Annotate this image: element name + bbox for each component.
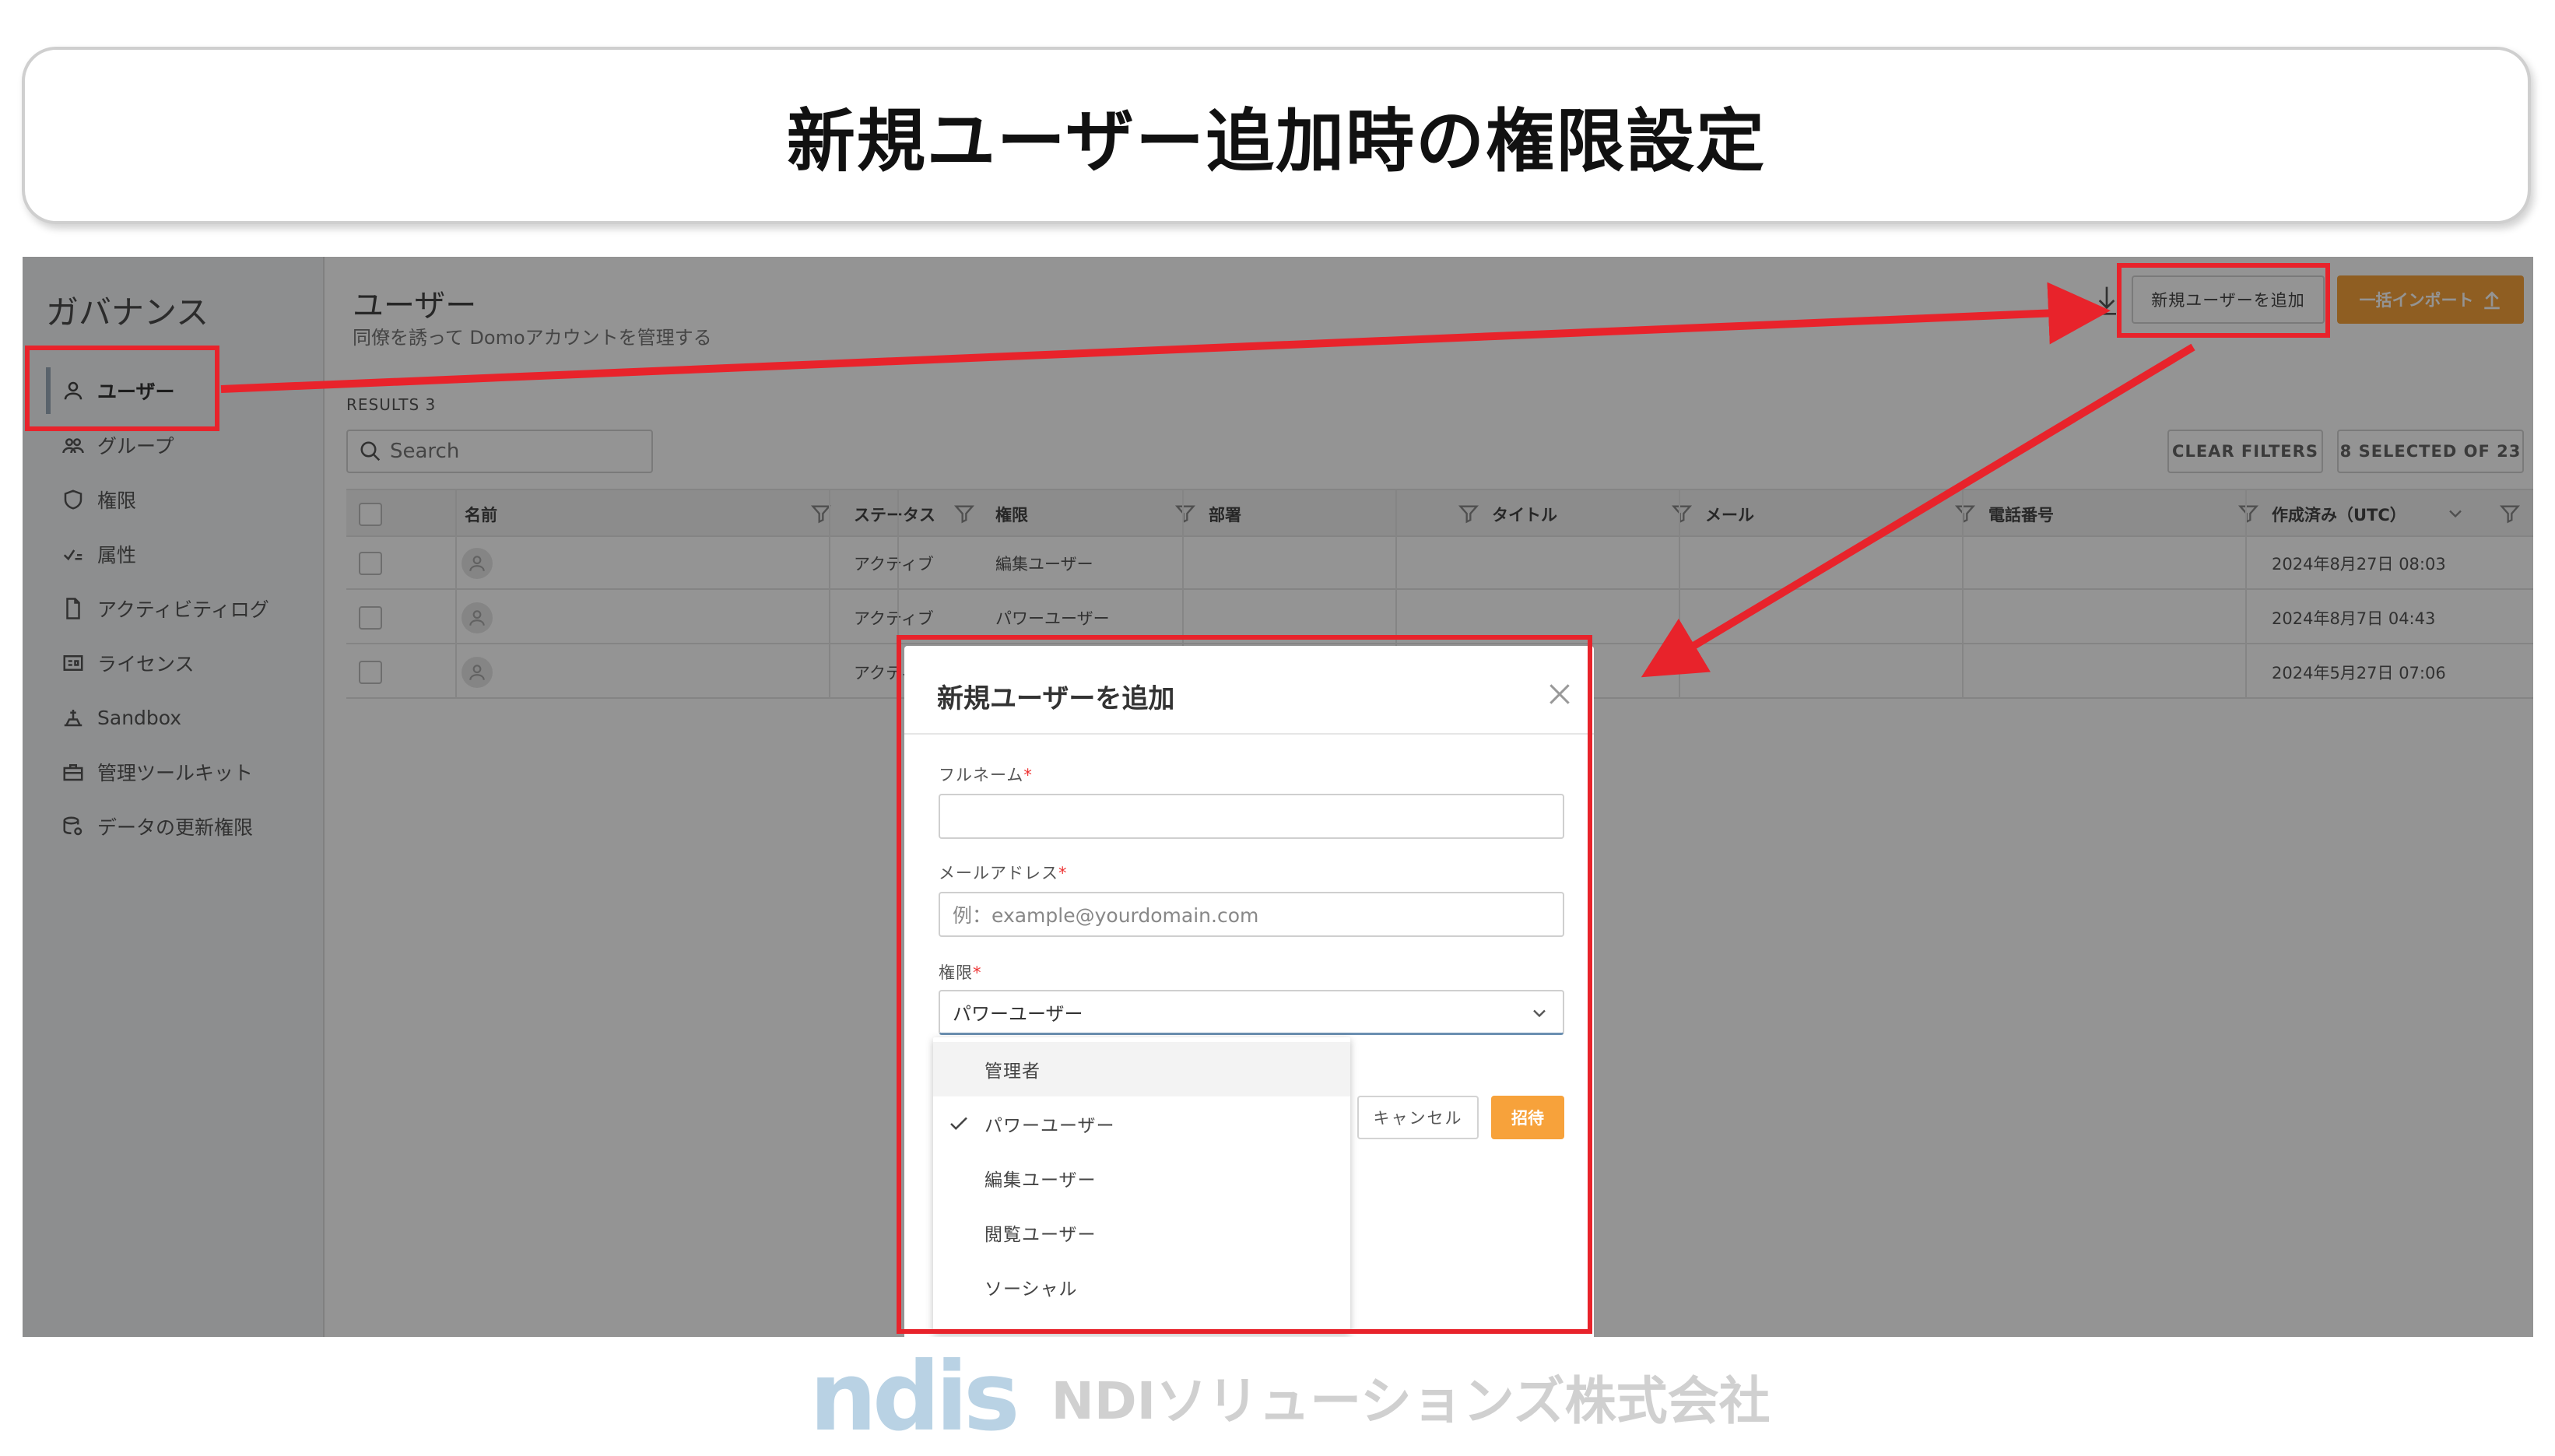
annotation-box-modal xyxy=(897,635,1592,1334)
slide-title-banner: 新規ユーザー追加時の権限設定 xyxy=(22,47,2531,224)
annotation-box-add-user xyxy=(2117,263,2330,338)
ndis-logo: ndis xyxy=(809,1342,1020,1452)
annotation-box-users xyxy=(25,346,219,431)
company-footer: ndis NDIソリューションズ株式会社 xyxy=(809,1342,1771,1452)
company-name: NDIソリューションズ株式会社 xyxy=(1051,1371,1771,1431)
slide-title: 新規ユーザー追加時の権限設定 xyxy=(786,100,1767,181)
